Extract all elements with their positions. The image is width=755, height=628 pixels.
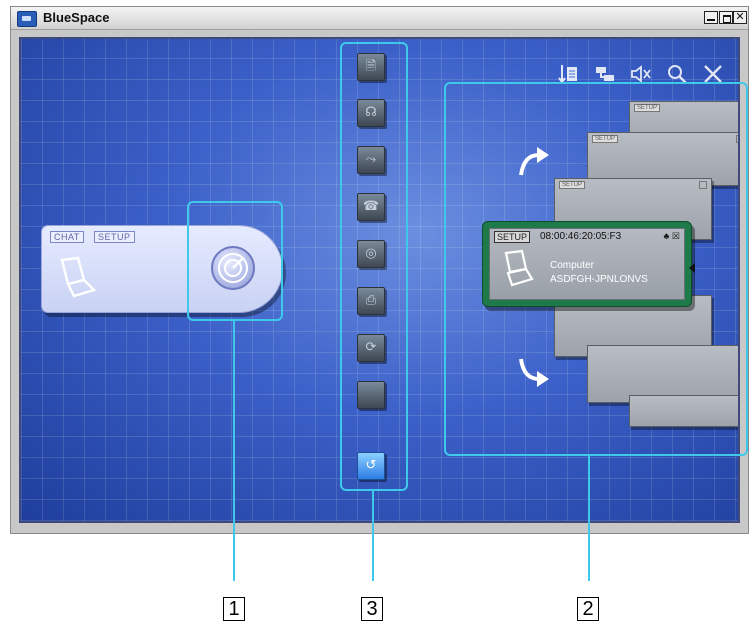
maximize-icon[interactable] <box>719 11 733 24</box>
callout-line-3 <box>372 491 374 581</box>
setup-tab[interactable]: SETUP <box>94 231 135 243</box>
callout-label-2: 2 <box>577 597 599 621</box>
minimize-icon[interactable] <box>704 11 718 24</box>
callout-box-3 <box>340 42 408 491</box>
app-icon <box>17 11 37 27</box>
chat-tab[interactable]: CHAT <box>50 231 84 243</box>
callout-label-3: 3 <box>361 597 383 621</box>
laptop-icon <box>60 256 97 298</box>
callout-label-1: 1 <box>223 597 245 621</box>
callout-line-2 <box>588 456 590 581</box>
callout-line-1 <box>233 321 235 581</box>
callout-box-2 <box>444 82 748 456</box>
callout-box-1 <box>187 201 283 321</box>
title-bar[interactable]: BlueSpace ✕ <box>11 7 748 30</box>
window-title: BlueSpace <box>43 10 110 25</box>
close-icon[interactable]: ✕ <box>733 11 747 24</box>
